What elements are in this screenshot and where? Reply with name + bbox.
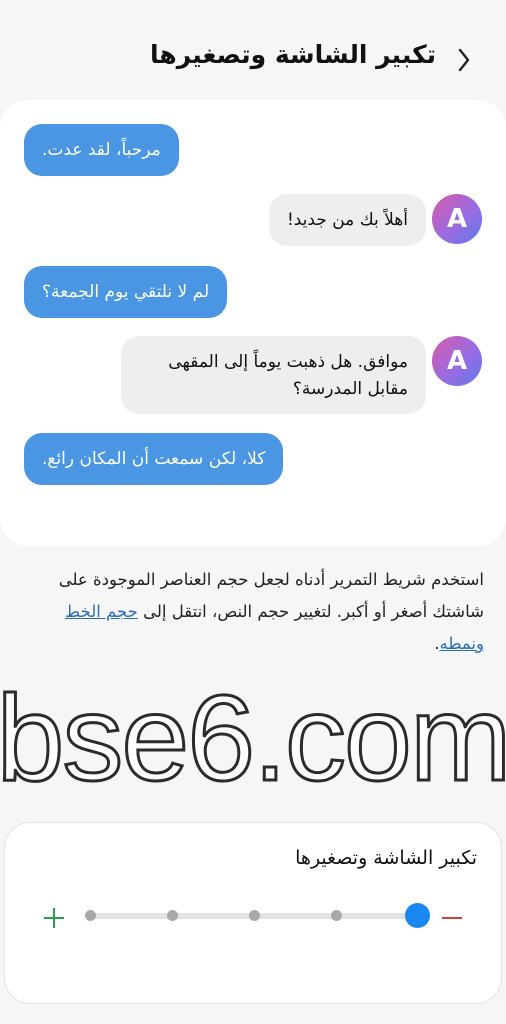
watermark-graphic: bse6.com <box>0 669 506 808</box>
slider-step[interactable] <box>249 910 260 921</box>
plus-icon <box>44 908 64 928</box>
chat-bubble-sent: مرحباً، لقد عدت. <box>24 124 179 176</box>
slider-title: تكبير الشاشة وتصغيرها <box>295 847 477 869</box>
slider-step[interactable] <box>167 910 178 921</box>
chat-bubble-received: أهلاً بك من جديد! <box>268 194 426 246</box>
description-text: استخدم شريط التمرير أدناه لجعل حجم العنا… <box>24 564 484 660</box>
page-title: تكبير الشاشة وتصغيرها <box>150 40 436 69</box>
chat-bubble-sent: لم لا نلتقي يوم الجمعة؟ <box>24 266 228 318</box>
chat-bubble-sent: كلا، لكن سمعت أن المكان رائع. <box>24 433 284 485</box>
avatar: A <box>432 336 482 386</box>
zoom-out-button[interactable] <box>437 903 467 933</box>
app-header: تكبير الشاشة وتصغيرها <box>0 0 506 110</box>
zoom-in-button[interactable] <box>39 903 69 933</box>
slider-step[interactable] <box>331 910 342 921</box>
chevron-back-icon <box>458 48 470 72</box>
minus-icon <box>442 917 462 919</box>
slider-thumb[interactable] <box>405 903 430 928</box>
back-button[interactable] <box>446 42 482 78</box>
screen-zoom-page: تكبير الشاشة وتصغيرها مرحباً، لقد عدت. A… <box>0 0 506 1024</box>
slider-step[interactable] <box>85 910 96 921</box>
chat-bubble-received: موافق. هل ذهبت يوماً إلى المقهى مقابل ال… <box>121 336 426 414</box>
zoom-slider-card: تكبير الشاشة وتصغيرها <box>4 822 502 1004</box>
avatar: A <box>432 194 482 244</box>
chat-preview-card: مرحباً، لقد عدت. A أهلاً بك من جديد! لم … <box>0 100 506 546</box>
watermark: bse6.com <box>0 662 506 812</box>
watermark-text: bse6.com <box>0 670 506 806</box>
